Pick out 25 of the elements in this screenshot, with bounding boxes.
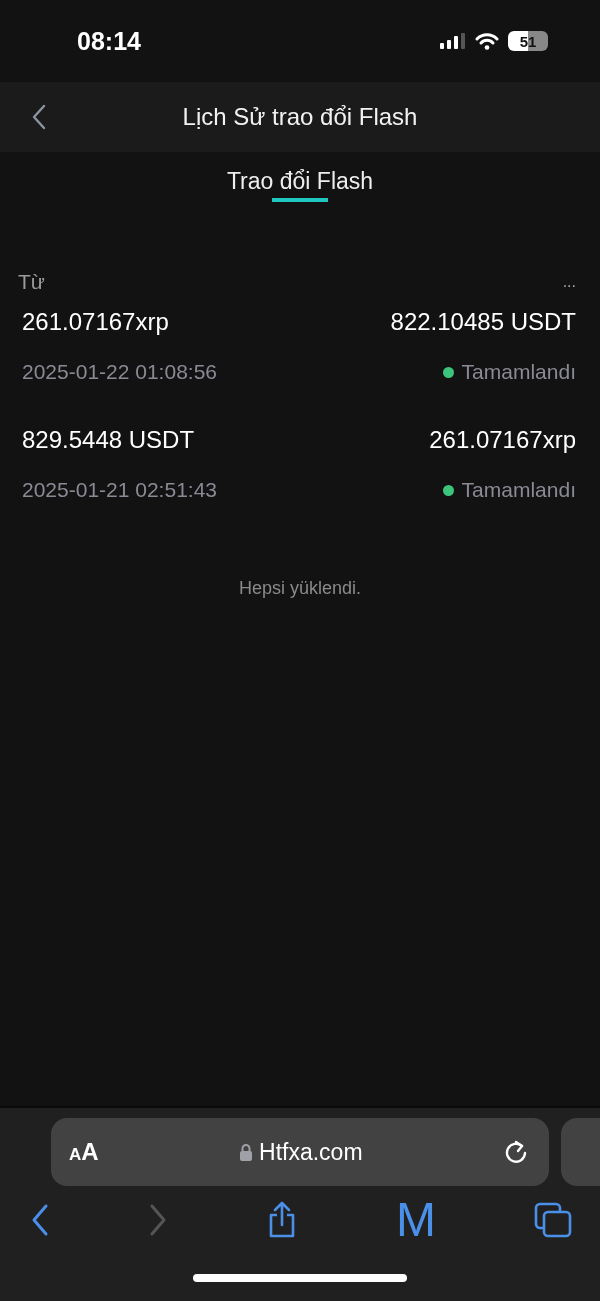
- lock-icon: [239, 1143, 254, 1161]
- tabs-icon[interactable]: [534, 1202, 572, 1238]
- column-label: Từ: [18, 270, 45, 294]
- page-title: Lịch Sử trao đổi Flash: [181, 103, 419, 131]
- wifi-icon: [475, 32, 499, 50]
- more-button[interactable]: ...: [562, 273, 576, 291]
- battery-icon: 51: [508, 31, 548, 51]
- extension-button[interactable]: M: [396, 1196, 436, 1244]
- signal-icon: [440, 33, 466, 49]
- to-amount: 261.07167xrp: [429, 426, 576, 454]
- back-icon[interactable]: [30, 1203, 50, 1237]
- status-text: Tamamlandı: [461, 478, 576, 502]
- from-amount: 261.07167xrp: [22, 308, 169, 336]
- clock-time: 08:14: [77, 26, 141, 56]
- loaded-note: Hepsi yüklendi.: [237, 578, 363, 599]
- text-size-button[interactable]: AA: [69, 1138, 99, 1166]
- back-icon[interactable]: [32, 104, 46, 130]
- date-time: 2025-01-21 02:51:43: [22, 478, 217, 502]
- reload-icon[interactable]: [503, 1139, 529, 1165]
- from-amount: 829.5448 USDT: [22, 426, 195, 454]
- to-amount: 822.10485 USDT: [390, 308, 576, 336]
- address-bar[interactable]: AA Htfxa.com: [51, 1118, 549, 1186]
- url-text: Htfxa.com: [259, 1138, 363, 1166]
- date-time: 2025-01-22 01:08:56: [22, 360, 217, 384]
- status-text: Tamamlandı: [461, 360, 576, 384]
